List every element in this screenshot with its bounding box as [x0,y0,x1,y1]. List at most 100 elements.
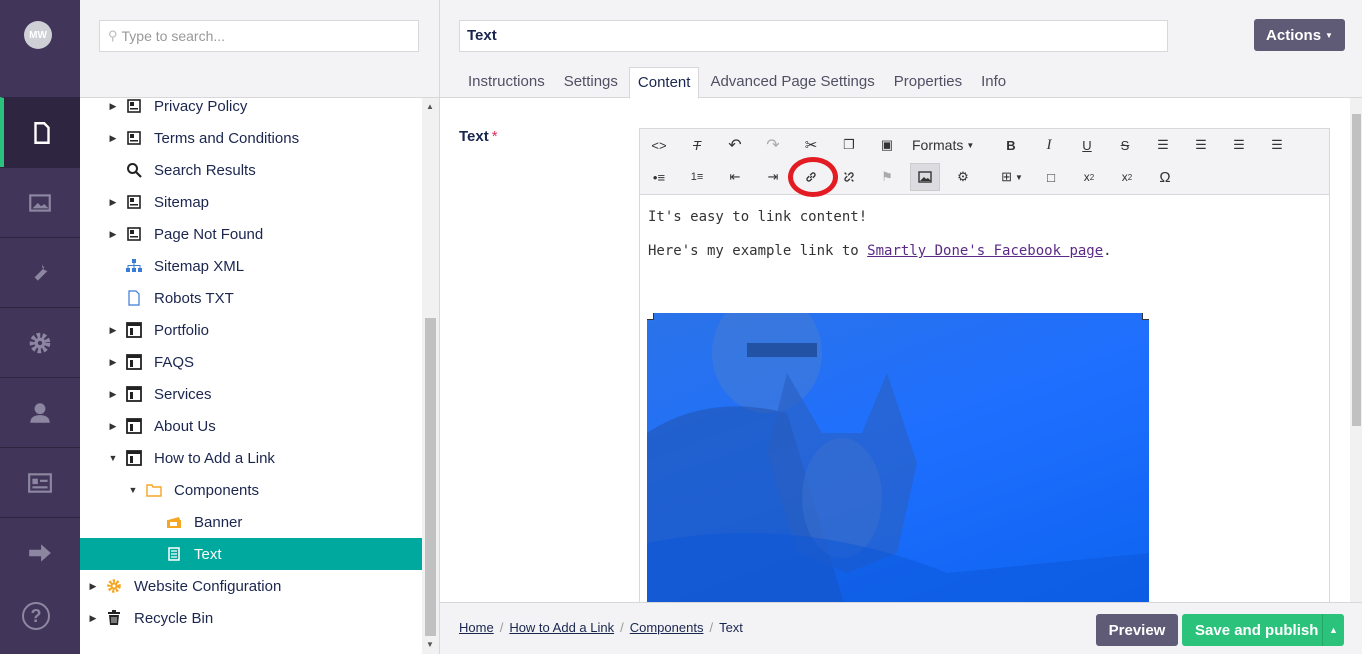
special-character-icon[interactable]: Ω [1150,163,1180,191]
section-settings[interactable] [0,237,80,307]
justify-icon[interactable]: ☰ [1262,131,1292,159]
breadcrumb-item[interactable]: Home [459,620,494,635]
tree-item[interactable]: ▶ Sitemap [80,186,422,218]
breadcrumb-item[interactable]: Components [630,620,704,635]
expand-caret-icon[interactable]: ▶ [108,357,118,368]
expand-caret-icon[interactable]: ▶ [108,325,118,336]
numbered-list-icon[interactable]: 1≡ [682,163,712,191]
facebook-link[interactable]: Smartly Done's Facebook page [867,243,1103,259]
scroll-up-arrow-icon[interactable]: ▲ [426,102,434,111]
scrollbar-thumb[interactable] [425,318,436,636]
undo-icon[interactable]: ↶ [720,131,750,159]
formats-dropdown[interactable]: Formats ▼ [912,131,974,159]
tree-search-input[interactable]: ⚲ Type to search... [99,20,419,52]
content-image[interactable] [647,313,1149,607]
tab-advanced-page-settings[interactable]: Advanced Page Settings [702,67,882,98]
insert-image-icon[interactable] [910,163,940,191]
expand-caret-icon[interactable]: ▶ [88,581,98,592]
tab-info[interactable]: Info [973,67,1014,98]
table-dropdown-icon[interactable]: ⊞ ▼ [992,163,1032,191]
anchor-icon[interactable]: ⚑ [872,163,902,191]
rich-text-editor[interactable]: <> T ↶ ↷ ✂ ❐ ▣ Formats ▼ B I U S ☰ ☰ ☰ ☰… [639,128,1330,608]
tree-item[interactable]: Search Results [80,154,422,186]
section-users[interactable] [0,377,80,447]
expand-caret-icon[interactable]: ▶ [108,101,118,112]
subscript-icon[interactable]: x2 [1074,163,1104,191]
scroll-down-arrow-icon[interactable]: ▼ [426,640,434,649]
align-center-icon[interactable]: ☰ [1186,131,1216,159]
align-left-icon[interactable]: ☰ [1148,131,1178,159]
expand-caret-icon[interactable]: ▼ [128,485,138,495]
tab-instructions[interactable]: Instructions [460,67,553,98]
tab-settings[interactable]: Settings [556,67,626,98]
tree-item[interactable]: ▶ Services [80,378,422,410]
copy-icon[interactable]: ❐ [834,131,864,159]
expand-caret-icon[interactable]: ▶ [108,421,118,432]
expand-caret-icon[interactable]: ▶ [108,133,118,144]
section-members[interactable] [0,447,80,517]
scrollbar-thumb[interactable] [1352,114,1361,426]
align-right-icon[interactable]: ☰ [1224,131,1254,159]
resize-handle-top-right[interactable] [1142,313,1149,320]
field-label: Text * [459,128,498,145]
tree-item-label: Banner [194,513,243,531]
tree-item[interactable]: Robots TXT [80,282,422,314]
tree-item[interactable]: ▶ FAQS [80,346,422,378]
tree-item[interactable]: Banner [80,506,422,538]
underline-icon[interactable]: U [1072,131,1102,159]
expand-caret-icon[interactable]: ▶ [108,389,118,400]
tree-item[interactable]: ▼ Components [80,474,422,506]
resize-handle-top-left[interactable] [647,313,654,320]
avatar[interactable]: MW [24,21,52,49]
tree-item[interactable]: Sitemap XML [80,250,422,282]
bold-icon[interactable]: B [996,131,1026,159]
superscript-icon[interactable]: x2 [1112,163,1142,191]
tree-item[interactable]: ▶ Privacy Policy [80,98,422,122]
publish-label: Save and publish [1195,621,1319,639]
bullet-list-icon[interactable]: •≡ [644,163,674,191]
strikethrough-icon[interactable]: S [1110,131,1140,159]
tab-properties[interactable]: Properties [886,67,970,98]
expand-caret-icon[interactable]: ▶ [108,197,118,208]
tree-item[interactable]: ▶ Page Not Found [80,218,422,250]
breadcrumb-item[interactable]: How to Add a Link [509,620,614,635]
expand-caret-icon[interactable]: ▶ [108,229,118,240]
macro-icon[interactable]: ⚙ [948,163,978,191]
paste-icon[interactable]: ▣ [872,131,902,159]
tree-item[interactable]: ▶ Website Configuration [80,570,422,602]
source-code-icon[interactable]: <> [644,131,674,159]
section-forms[interactable] [0,517,80,587]
redo-icon[interactable]: ↷ [758,131,788,159]
tree-item[interactable]: Text [80,538,422,570]
tree-item[interactable]: ▶ Portfolio [80,314,422,346]
indent-icon[interactable]: ⇥ [758,163,788,191]
save-and-publish-button[interactable]: Save and publish ▲ [1182,614,1344,646]
cut-icon[interactable]: ✂ [796,131,826,159]
section-packages[interactable] [0,307,80,377]
clear-format-icon[interactable]: T [682,131,712,159]
section-content[interactable] [0,97,80,167]
expand-caret-icon[interactable]: ▼ [108,453,118,463]
tree-item[interactable]: ▼ How to Add a Link [80,442,422,474]
outdent-icon[interactable]: ⇤ [720,163,750,191]
line-2-prefix: Here's my example link to [648,243,868,259]
section-media[interactable] [0,167,80,237]
tree-item[interactable]: ▶ About Us [80,410,422,442]
expand-caret-icon[interactable]: ▶ [88,613,98,624]
preview-button[interactable]: Preview [1096,614,1178,646]
tab-content[interactable]: Content [628,67,700,99]
help-icon[interactable]: ? [22,602,50,630]
tree-item[interactable]: ▶ Recycle Bin [80,602,422,634]
embed-icon[interactable]: □ [1036,163,1066,191]
editor-scrollbar[interactable] [1350,98,1362,602]
node-name-input[interactable]: Text [459,20,1168,52]
caret-up-icon[interactable]: ▲ [1322,614,1344,646]
tree-scrollbar[interactable]: ▲ ▼ [422,98,439,654]
tree-item[interactable]: ▶ Terms and Conditions [80,122,422,154]
editor-content[interactable]: It's easy to link content! Here's my exa… [648,209,1112,277]
unlink-icon[interactable] [834,163,864,191]
tree-list: ▶ Privacy Policy ▶ Terms and Conditions Sear… [80,98,422,654]
sitemap-icon [126,258,142,274]
actions-button[interactable]: Actions ▼ [1254,19,1345,51]
italic-icon[interactable]: I [1034,131,1064,159]
